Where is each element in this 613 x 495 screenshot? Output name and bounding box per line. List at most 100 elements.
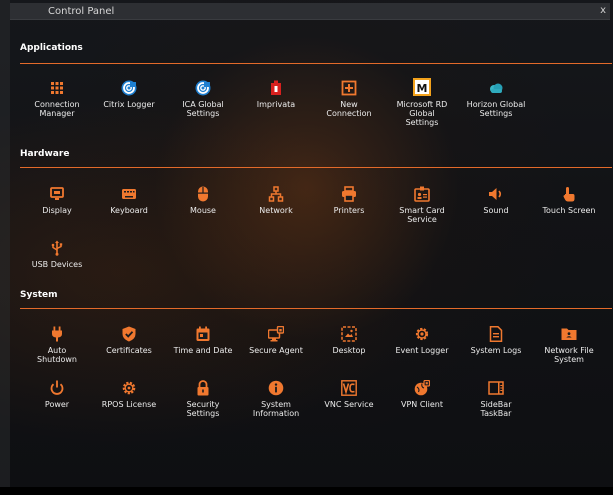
imprivata-icon: [271, 80, 281, 95]
sys-event-logger[interactable]: Event Logger: [386, 326, 458, 355]
citrix-icon: [121, 80, 137, 96]
tile-label: Horizon Global Settings: [466, 100, 526, 118]
svg-text:M: M: [417, 82, 428, 95]
tile-label: SideBar TaskBar: [480, 400, 512, 418]
hw-touch-screen[interactable]: Touch Screen: [533, 186, 605, 215]
sys-security-settings[interactable]: Security Settings: [167, 380, 239, 418]
info-icon: [268, 380, 284, 396]
hw-smart-card-service[interactable]: Smart Card Service: [386, 186, 458, 224]
tile-label: USB Devices: [31, 260, 83, 269]
app-ica-global-settings[interactable]: ICA Global Settings: [167, 80, 239, 118]
tile-label: Auto Shutdown: [37, 346, 77, 364]
mouse-icon: [198, 186, 208, 202]
section-divider: [20, 63, 612, 64]
logs-icon: [489, 326, 503, 342]
tile-label: Mouse: [190, 206, 216, 215]
tile-label: New Connection: [326, 100, 372, 118]
sys-auto-shutdown[interactable]: Auto Shutdown: [21, 326, 93, 364]
touch-icon: [563, 187, 575, 202]
printer-icon: [342, 186, 356, 202]
tile-label: Microsoft RD Global Settings: [396, 100, 448, 127]
app-citrix-logger[interactable]: Citrix Logger: [93, 80, 165, 109]
sys-network-file-system[interactable]: Network File System: [533, 326, 605, 364]
window-edge: [0, 0, 10, 495]
lock-icon: [197, 380, 209, 396]
usb-icon: [51, 240, 63, 256]
citrix-icon: [195, 80, 211, 96]
certificate-icon: [122, 326, 136, 342]
sys-vnc-service[interactable]: VNC Service: [313, 380, 385, 409]
microsoft-rd-icon: M: [413, 78, 431, 96]
hw-usb-devices[interactable]: USB Devices: [21, 240, 93, 269]
tile-label: Network: [259, 206, 293, 215]
hw-printers[interactable]: Printers: [313, 186, 385, 215]
app-horizon-global-settings[interactable]: Horizon Global Settings: [460, 80, 532, 118]
tile-label: VPN Client: [401, 400, 443, 409]
tile-label: Power: [44, 400, 70, 409]
cloud-icon: [490, 83, 503, 93]
tile-label: Desktop: [332, 346, 366, 355]
tile-label: Touch Screen: [542, 206, 596, 215]
section-title-system: System: [20, 290, 58, 300]
app-connection-manager[interactable]: Connection Manager: [21, 80, 93, 118]
sys-system-logs[interactable]: System Logs: [460, 326, 532, 355]
app-imprivata[interactable]: Imprivata: [240, 80, 312, 109]
tile-label: Network File System: [544, 346, 594, 364]
sys-vpn-client[interactable]: VPN Client: [386, 380, 458, 409]
tile-label: Connection Manager: [34, 100, 80, 118]
tile-label: System Logs: [470, 346, 522, 355]
sys-rpos-license[interactable]: RPOS License: [93, 380, 165, 409]
hw-mouse[interactable]: Mouse: [167, 186, 239, 215]
tile-label: Security Settings: [186, 400, 220, 418]
tile-label: Sound: [483, 206, 509, 215]
tile-label: Imprivata: [256, 100, 296, 109]
hw-network[interactable]: Network: [240, 186, 312, 215]
power-icon: [50, 380, 64, 395]
sys-desktop[interactable]: Desktop: [313, 326, 385, 355]
smart-card-icon: [414, 186, 430, 202]
section-divider: [20, 308, 612, 309]
tile-label: VNC Service: [324, 400, 374, 409]
hw-display[interactable]: Display: [21, 186, 93, 215]
sys-sidebar-taskbar[interactable]: SideBar TaskBar: [460, 380, 532, 418]
secure-agent-icon: [268, 326, 284, 342]
license-icon: [122, 381, 136, 395]
tile-label: RPOS License: [101, 400, 157, 409]
section-title-applications: Applications: [20, 43, 83, 53]
tile-label: Printers: [333, 206, 365, 215]
network-icon: [268, 186, 284, 202]
app-new-connection[interactable]: New Connection: [313, 80, 385, 118]
sys-system-information[interactable]: System Information: [240, 380, 312, 418]
sound-icon: [489, 188, 502, 200]
tile-label: System Information: [252, 400, 300, 418]
section-title-hardware: Hardware: [20, 149, 70, 159]
tile-label: Keyboard: [110, 206, 148, 215]
keyboard-icon: [122, 189, 136, 199]
sys-secure-agent[interactable]: Secure Agent: [240, 326, 312, 355]
grid-icon: [51, 82, 63, 94]
hw-sound[interactable]: Sound: [460, 186, 532, 215]
section-divider: [20, 167, 612, 168]
sys-certificates[interactable]: Certificates: [93, 326, 165, 355]
vpn-icon: [414, 380, 430, 396]
desktop-icon: [341, 326, 357, 342]
control-panel-window: Control Panel x Applications Connection …: [0, 0, 613, 495]
tile-label: Time and Date: [173, 346, 233, 355]
tile-label: ICA Global Settings: [182, 100, 224, 118]
tile-label: Citrix Logger: [103, 100, 155, 109]
event-logger-icon: [415, 327, 429, 341]
tile-label: Secure Agent: [249, 346, 303, 355]
tile-label: Display: [42, 206, 72, 215]
calendar-icon: [196, 326, 210, 341]
tile-label: Smart Card Service: [399, 206, 445, 224]
sys-time-and-date[interactable]: Time and Date: [167, 326, 239, 355]
close-button[interactable]: x: [600, 3, 606, 19]
app-microsoft-rd-global-settings[interactable]: M Microsoft RD Global Settings: [386, 78, 458, 127]
vnc-icon: [341, 380, 357, 396]
sidebar-icon: [488, 381, 504, 395]
tile-label: Certificates: [106, 346, 152, 355]
title-bar: Control Panel x: [10, 3, 610, 20]
hw-keyboard[interactable]: Keyboard: [93, 186, 165, 215]
folder-icon: [561, 328, 577, 340]
sys-power[interactable]: Power: [21, 380, 93, 409]
